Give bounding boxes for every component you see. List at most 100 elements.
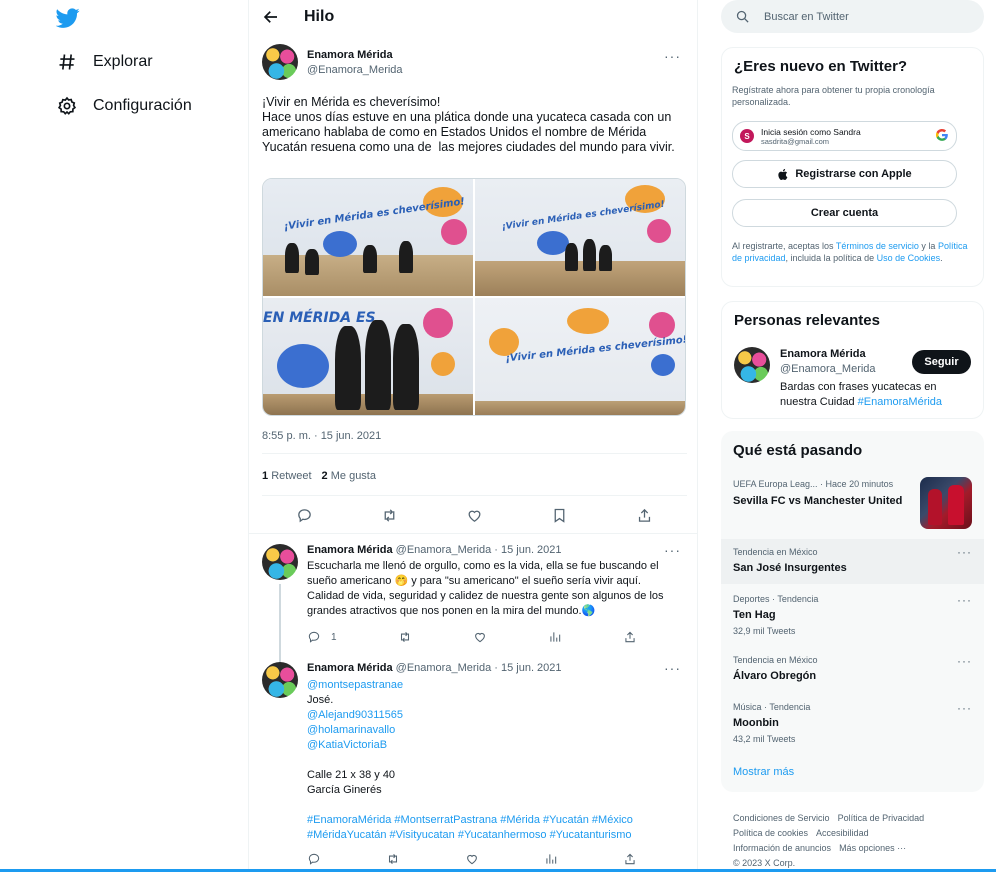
featured-trend[interactable]: UEFA Europa Leag... · Hace 20 minutos Se… <box>721 475 984 537</box>
trend-count: 32,9 mil Tweets <box>733 626 796 636</box>
media-photo-1[interactable]: ¡Vivir en Mérida es cheverísimo! <box>263 179 473 296</box>
relevant-people-title: Personas relevantes <box>734 312 880 329</box>
footer-privacy-link[interactable]: Política de Privacidad <box>838 813 925 823</box>
person-figure <box>583 239 596 271</box>
featured-trend-meta: UEFA Europa Leag... · Hace 20 minutos <box>733 479 894 489</box>
signup-title: ¿Eres nuevo en Twitter? <box>734 58 908 75</box>
more-options-icon[interactable]: ··· <box>957 593 972 607</box>
thread-header: Hilo <box>249 0 697 34</box>
trend-item[interactable]: Música · Tendencia Moonbin 43,2 mil Twee… <box>721 699 984 755</box>
avatar[interactable] <box>262 44 298 80</box>
divider <box>249 533 697 534</box>
share-icon[interactable] <box>623 630 637 644</box>
reply-author-name[interactable]: Enamora Mérida <box>307 662 393 674</box>
media-photo-4[interactable]: ¡Vivir en Mérida es cheverísimo! <box>475 298 685 415</box>
media-photo-3[interactable]: EN MÉRIDA ES <box>263 298 473 415</box>
tweet-media-grid[interactable]: ¡Vivir en Mérida es cheverísimo! ¡Vivir … <box>262 178 686 416</box>
create-account-label: Crear cuenta <box>810 207 879 219</box>
create-account-button[interactable]: Crear cuenta <box>732 199 957 227</box>
twitter-logo-icon[interactable] <box>55 6 80 30</box>
signup-legal: Al registrarte, aceptas los Términos de … <box>732 240 972 264</box>
stats-icon[interactable] <box>548 630 562 644</box>
relevant-name[interactable]: Enamora Mérida <box>780 348 866 360</box>
tweet-author: Enamora Mérida @Enamora_Merida <box>262 44 687 80</box>
likes-count: 2 <box>321 470 328 482</box>
author-name[interactable]: Enamora Mérida <box>307 49 403 61</box>
google-signin-button[interactable]: S Inicia sesión como Sandra sasdrita@gma… <box>732 121 957 151</box>
stats-icon[interactable] <box>544 852 558 866</box>
reply-text: @montsepastranae José. @Alejand90311565 … <box>307 678 677 843</box>
footer-terms-link[interactable]: Condiciones de Servicio <box>733 813 830 823</box>
flower-decoration <box>441 219 467 245</box>
trend-item[interactable]: Tendencia en México Álvaro Obregón ··· <box>721 652 984 697</box>
show-more-link[interactable]: Mostrar más <box>733 766 794 778</box>
media-photo-2[interactable]: ¡Vivir en Mérida es cheverísimo! <box>475 179 685 296</box>
hashtag-links[interactable]: #EnamoraMérida #MontserratPastrana #Méri… <box>307 814 633 841</box>
reply-actions: 1 <box>307 630 637 644</box>
retweet-icon[interactable] <box>398 630 412 644</box>
avatar[interactable] <box>262 662 298 698</box>
relevant-handle[interactable]: @Enamora_Merida <box>780 363 876 375</box>
apple-signup-button[interactable]: Registrarse con Apple <box>732 160 957 188</box>
retweets-stat[interactable]: 1 Retweet <box>262 470 312 482</box>
bio-hashtag-link[interactable]: #EnamoraMérida <box>858 396 942 408</box>
bird-decoration <box>567 308 609 334</box>
trend-item[interactable]: Tendencia en México San José Insurgentes… <box>721 539 984 584</box>
more-options-icon[interactable]: ··· <box>957 701 972 715</box>
reply-action[interactable]: 1 <box>307 630 337 644</box>
reply-author-name[interactable]: Enamora Mérida <box>307 544 393 556</box>
reply-tweet[interactable]: Enamora Mérida @Enamora_Merida · 15 jun.… <box>262 660 687 872</box>
person-figure <box>285 243 299 273</box>
reply-action[interactable] <box>307 852 321 866</box>
reply-meta[interactable]: @Enamora_Merida · 15 jun. 2021 <box>396 544 562 556</box>
reply-icon[interactable] <box>296 506 314 524</box>
footer-cookies-link[interactable]: Política de cookies <box>733 828 808 838</box>
relevant-bio: Bardas con frases yucatecas en nuestra C… <box>780 380 970 410</box>
tweet-timestamp[interactable]: 8:55 p. m. · 15 jun. 2021 <box>262 430 381 442</box>
tweet-stats: 1 Retweet 2 Me gusta <box>262 470 376 482</box>
reply-tweet[interactable]: Enamora Mérida @Enamora_Merida · 15 jun.… <box>262 542 687 664</box>
bookmark-icon[interactable] <box>551 506 569 524</box>
retweet-icon[interactable] <box>381 506 399 524</box>
footer-accessibility-link[interactable]: Accesibilidad <box>816 828 869 838</box>
person-figure <box>363 245 377 273</box>
reply-meta[interactable]: @Enamora_Merida · 15 jun. 2021 <box>396 662 562 674</box>
player-figure <box>948 485 964 525</box>
search-bar[interactable]: Buscar en Twitter <box>721 0 984 33</box>
terms-link[interactable]: Términos de servicio <box>836 241 919 251</box>
reply-count: 1 <box>331 631 337 643</box>
more-options-icon[interactable]: ··· <box>664 542 681 558</box>
footer-ads-link[interactable]: Información de anuncios <box>733 843 831 853</box>
trend-category: Tendencia en México <box>733 655 818 665</box>
trend-name: Álvaro Obregón <box>733 670 817 682</box>
retweet-icon[interactable] <box>386 852 400 866</box>
more-options-icon[interactable]: ··· <box>664 48 681 64</box>
nav-explore-label: Explorar <box>93 53 153 70</box>
mention-link[interactable]: @montsepastranae <box>307 679 403 691</box>
signup-card: ¿Eres nuevo en Twitter? Regístrate ahora… <box>721 47 984 287</box>
reply-header: Enamora Mérida @Enamora_Merida · 15 jun.… <box>307 662 562 674</box>
more-options-icon[interactable]: ··· <box>957 654 972 668</box>
author-handle[interactable]: @Enamora_Merida <box>307 64 403 76</box>
mention-links[interactable]: @Alejand90311565 @holamarinavallo @Katia… <box>307 709 403 751</box>
follow-button[interactable]: Seguir <box>912 350 971 374</box>
trend-count: 43,2 mil Tweets <box>733 734 796 744</box>
cookies-link[interactable]: Uso de Cookies <box>877 253 941 263</box>
back-arrow-icon[interactable] <box>261 7 281 27</box>
share-icon[interactable] <box>636 506 654 524</box>
more-options-icon[interactable]: ··· <box>957 545 972 559</box>
trend-item[interactable]: Deportes · Tendencia Ten Hag 32,9 mil Tw… <box>721 591 984 647</box>
likes-stat[interactable]: 2 Me gusta <box>322 470 376 482</box>
nav-explore[interactable]: Explorar <box>56 48 153 76</box>
avatar[interactable] <box>734 347 770 383</box>
like-icon[interactable] <box>465 852 479 866</box>
more-options-icon[interactable]: ··· <box>664 660 681 676</box>
avatar[interactable] <box>262 544 298 580</box>
like-icon[interactable] <box>466 506 484 524</box>
flower-decoration <box>647 219 671 243</box>
reply-line: José. <box>307 694 334 706</box>
like-icon[interactable] <box>473 630 487 644</box>
footer-more-link[interactable]: Más opciones ··· <box>839 843 906 853</box>
share-icon[interactable] <box>623 852 637 866</box>
nav-settings[interactable]: Configuración <box>56 92 192 120</box>
